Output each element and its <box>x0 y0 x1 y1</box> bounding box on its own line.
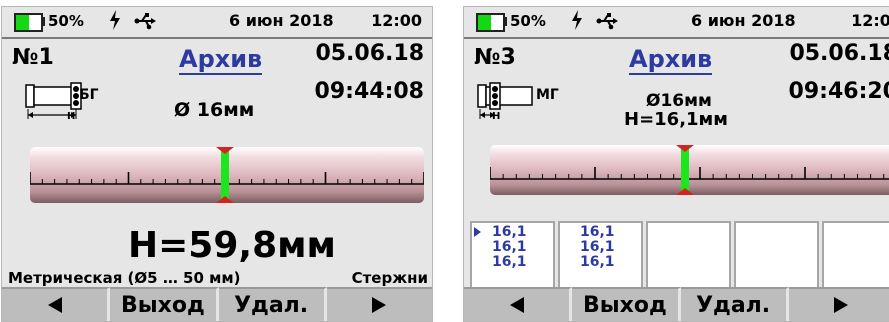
usb-icon <box>134 13 156 30</box>
mode-title: Архив <box>629 45 713 75</box>
softkey-bar: Выход Удал. <box>2 287 432 321</box>
indicator-bottom-cap <box>216 196 234 203</box>
battery-percent: 50% <box>48 12 84 30</box>
measured-value: H=59,8мм <box>128 225 336 266</box>
cell-value: 16,1 <box>580 224 615 240</box>
grid-number: №1 <box>12 45 54 70</box>
sensor-mark: Н <box>67 111 76 122</box>
battery-icon <box>14 13 43 32</box>
exit-button[interactable]: Выход <box>110 287 219 321</box>
cell-value: 16,1 <box>580 239 615 255</box>
table-cell[interactable]: 16,1 16,1 16,1 <box>470 221 555 295</box>
values-table: 16,1 16,1 16,1 16,1 16,1 16,1 <box>470 221 889 295</box>
indicator-bottom-cap <box>676 188 694 195</box>
prev-button[interactable] <box>2 287 111 321</box>
ruler-scale <box>30 147 424 203</box>
status-time: 12:00 <box>851 11 889 30</box>
cell-value: 16,1 <box>492 254 527 270</box>
indicator-top-cap <box>216 147 234 154</box>
arrow-left-icon <box>509 297 524 313</box>
cell-value: 16,1 <box>492 224 527 240</box>
arrow-right-icon <box>834 297 849 313</box>
sensor-label: БГ <box>79 87 99 103</box>
screen-left: 50% 6 июн 2018 12:00 №1 Архив 05.06.18 0… <box>1 6 433 322</box>
table-cell[interactable] <box>734 221 819 295</box>
sensor-label: МГ <box>536 87 559 103</box>
softkey-bar: Выход Удал. <box>464 287 889 321</box>
table-cell[interactable]: 16,1 16,1 16,1 <box>558 221 643 295</box>
sensor-mark: Н <box>492 111 501 122</box>
next-button[interactable] <box>326 287 432 321</box>
status-date: 6 июн 2018 <box>691 11 796 30</box>
record-date: 05.06.18 <box>789 41 889 66</box>
record-time: 09:44:08 <box>314 79 424 104</box>
cell-value: 16,1 <box>580 254 615 270</box>
status-time: 12:00 <box>371 11 422 30</box>
object-kind: Стержни <box>351 269 428 287</box>
arrow-left-icon <box>47 297 62 313</box>
next-button[interactable] <box>788 287 889 321</box>
indicator-top-cap <box>676 145 694 152</box>
cell-values: 16,1 16,1 16,1 <box>492 225 527 270</box>
sensor-diagram-icon <box>25 82 82 119</box>
usb-icon <box>596 13 618 30</box>
table-cell[interactable] <box>822 221 889 295</box>
position-indicator <box>681 147 689 193</box>
delete-button[interactable]: Удал. <box>218 287 327 321</box>
delete-button[interactable]: Удал. <box>680 287 789 321</box>
charging-bolt-icon <box>572 10 582 30</box>
battery-icon <box>476 13 505 32</box>
grid-number: №3 <box>474 45 516 70</box>
position-indicator <box>221 149 229 201</box>
cell-value: 16,1 <box>492 239 527 255</box>
record-date: 05.06.18 <box>315 41 424 66</box>
selection-cursor-icon <box>474 227 481 237</box>
battery-tip <box>41 17 45 26</box>
status-bar: 50% 6 июн 2018 12:00 <box>2 7 432 39</box>
diameter-value: Ø16мм <box>646 91 712 111</box>
screen-right: 50% 6 июн 2018 12:00 №3 Архив 05.06.18 0… <box>463 6 889 322</box>
exit-button[interactable]: Выход <box>572 287 681 321</box>
ruler-scale <box>490 145 889 195</box>
range-label: Метрическая (Ø5 … 50 мм) <box>8 269 241 287</box>
mode-title: Архив <box>179 45 263 75</box>
h-value: H=16,1мм <box>624 109 728 130</box>
arrow-right-icon <box>372 297 387 313</box>
status-date: 6 июн 2018 <box>229 11 334 30</box>
battery-percent: 50% <box>510 12 546 30</box>
battery-tip <box>503 17 507 26</box>
prev-button[interactable] <box>464 287 573 321</box>
record-time: 09:46:20 <box>788 79 889 104</box>
diameter-value: Ø 16мм <box>174 99 255 121</box>
table-cell[interactable] <box>646 221 731 295</box>
charging-bolt-icon <box>110 10 120 30</box>
cell-values: 16,1 16,1 16,1 <box>580 225 615 270</box>
status-bar: 50% 6 июн 2018 12:00 <box>464 7 889 39</box>
